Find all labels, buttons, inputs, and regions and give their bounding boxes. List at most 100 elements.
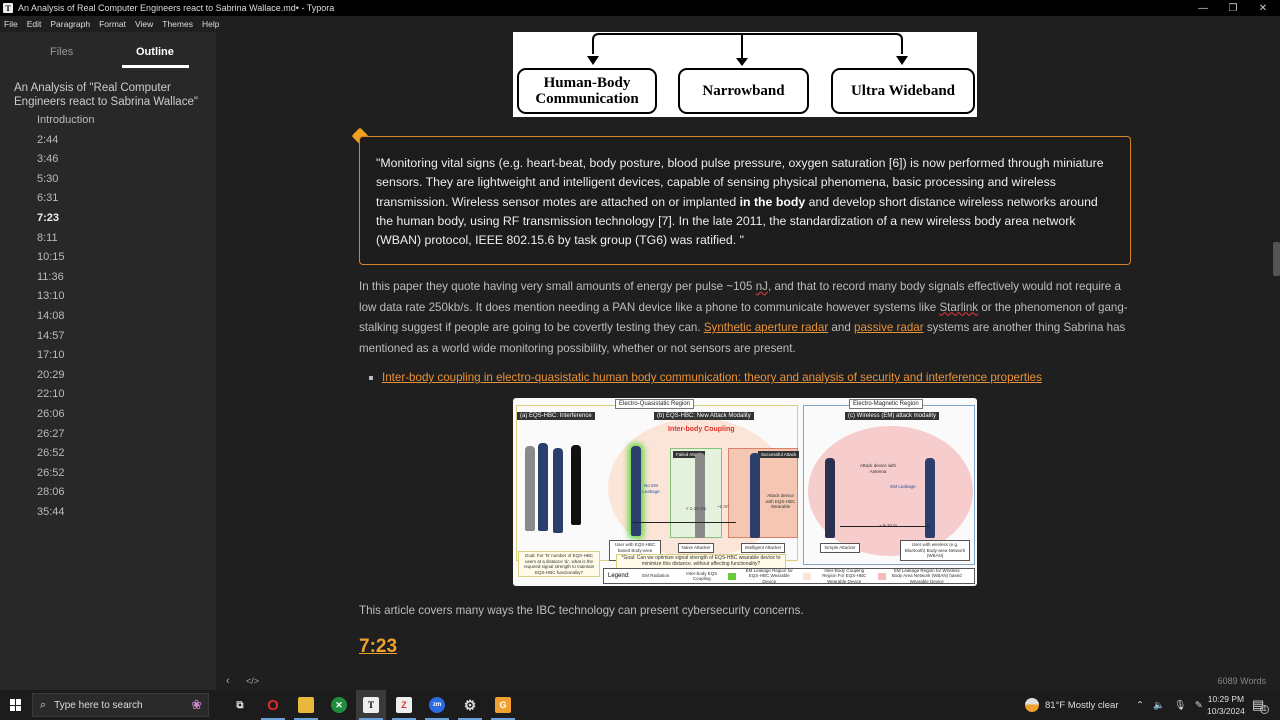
outline-item[interactable]: 14:08 xyxy=(37,310,65,322)
spellcheck-word: Starlink xyxy=(939,300,979,314)
paragraph-energy[interactable]: In this paper they quote having very sma… xyxy=(359,277,1139,359)
naive-attacker-label: Naive Attacker xyxy=(678,543,714,553)
person-figure xyxy=(571,445,581,525)
typora-taskbar-icon[interactable]: T xyxy=(363,697,379,713)
search-icon: ⌕ xyxy=(40,698,47,711)
opera-icon[interactable]: O xyxy=(265,697,281,714)
panel-b-label: (b) EQS-HBC: New Attack Modality xyxy=(654,412,754,420)
spellcheck-word: nJ xyxy=(755,280,768,293)
tab-outline[interactable]: Outline xyxy=(136,46,174,58)
notification-center-icon[interactable]: ▤ 1 xyxy=(1252,690,1270,720)
outline-item[interactable]: 35:44 xyxy=(37,506,65,518)
ibc-attack-figure: Electro-Quasistatic Region Electro-Magne… xyxy=(513,398,977,586)
eqs-region-label: Electro-Quasistatic Region xyxy=(615,399,695,409)
outline-item[interactable]: 2:44 xyxy=(37,134,58,146)
link-passive-radar[interactable]: passive radar xyxy=(854,321,924,334)
person-figure xyxy=(525,446,535,531)
outline-item[interactable]: 11:36 xyxy=(37,271,64,283)
taskbar-search[interactable]: ⌕ Type here to search ❀ xyxy=(32,693,209,717)
menu-themes[interactable]: Themes xyxy=(158,19,198,29)
zotero-icon[interactable]: Z xyxy=(396,697,412,713)
editor-content[interactable]: Human-Body Communication Narrowband Ultr… xyxy=(216,32,1280,664)
zoom-app-icon[interactable]: zm xyxy=(429,697,445,713)
source-code-mode-icon[interactable]: </> xyxy=(246,676,259,686)
file-explorer-icon[interactable] xyxy=(298,697,314,713)
toggle-sidebar-icon[interactable]: ‹ xyxy=(226,675,230,687)
weather-widget[interactable]: 81°F Mostly clear xyxy=(1025,690,1119,720)
clock[interactable]: 10:29 PM 10/3/2024 xyxy=(1207,690,1245,720)
link-synthetic-aperture-radar[interactable]: Synthetic aperture radar xyxy=(704,321,828,334)
task-view-icon[interactable]: ⧉ xyxy=(232,697,248,713)
status-bar: ‹ </> 6089 Words xyxy=(216,672,1280,690)
title-bar: T An Analysis of Real Computer Engineers… xyxy=(0,0,1280,16)
outline-item[interactable]: 7:23 xyxy=(37,212,59,224)
outline-item[interactable]: 26:52 xyxy=(37,467,65,479)
wireless-types-diagram: Human-Body Communication Narrowband Ultr… xyxy=(513,32,977,117)
outline-item[interactable]: 10:15 xyxy=(37,251,65,263)
outline-item[interactable]: 8:11 xyxy=(37,232,58,244)
pen-icon[interactable]: ✎ xyxy=(1195,700,1203,711)
b-distance-label: < 1-10 cm xyxy=(685,506,707,511)
outline-item[interactable]: 22:10 xyxy=(37,388,65,400)
menu-help[interactable]: Help xyxy=(198,19,224,29)
restore-button[interactable]: ❐ xyxy=(1218,0,1248,16)
link-inter-body-coupling-paper[interactable]: Inter-body coupling in electro-quasistat… xyxy=(382,371,1042,384)
outline-document-title[interactable]: An Analysis of "Real Computer Engineers … xyxy=(14,81,209,109)
orange-app-icon[interactable]: G xyxy=(495,697,511,713)
weather-text: 81°F Mostly clear xyxy=(1045,699,1119,711)
legend-item: EM Radiation xyxy=(642,573,670,579)
outline-item[interactable]: 17:10 xyxy=(37,349,65,361)
simple-attacker-label: Simple Attacker xyxy=(820,543,860,553)
microphone-icon[interactable]: 🎙 xyxy=(1174,700,1186,711)
person-figure xyxy=(750,453,760,538)
legend-swatch xyxy=(802,572,811,580)
diagram-box-uwb: Ultra Wideband xyxy=(831,68,975,114)
typora-app-icon: T xyxy=(3,3,13,13)
notification-badge: 1 xyxy=(1260,704,1270,714)
tab-files[interactable]: Files xyxy=(50,46,73,58)
outline-item[interactable]: 20:29 xyxy=(37,369,65,381)
volume-icon[interactable]: 🔈 xyxy=(1153,700,1165,711)
scrollbar-thumb[interactable] xyxy=(1273,242,1280,276)
quote-bold-text: in the body xyxy=(739,194,806,209)
settings-gear-icon[interactable]: ⚙ xyxy=(462,697,478,713)
system-tray: ⌃ 🔈 🎙 ✎ xyxy=(1136,690,1203,720)
paragraph-ibc[interactable]: This article covers many ways the IBC te… xyxy=(359,604,804,617)
outline-item[interactable]: 26:52 xyxy=(37,447,65,459)
outline-item[interactable]: 26:06 xyxy=(37,408,65,420)
minimize-button[interactable]: — xyxy=(1188,0,1218,16)
diagram-box-narrowband: Narrowband xyxy=(678,68,809,114)
menu-paragraph[interactable]: Paragraph xyxy=(46,19,95,29)
person-figure xyxy=(538,443,548,531)
menu-edit[interactable]: Edit xyxy=(23,19,47,29)
outline-item[interactable]: Introduction xyxy=(37,114,94,126)
menu-bar: File Edit Paragraph Format View Themes H… xyxy=(0,16,1280,32)
menu-view[interactable]: View xyxy=(131,19,158,29)
word-count[interactable]: 6089 Words xyxy=(1218,676,1266,686)
menu-format[interactable]: Format xyxy=(95,19,131,29)
outline-item[interactable]: 28:06 xyxy=(37,486,65,498)
hummingbird-decoration-icon: ❀ xyxy=(191,697,202,712)
outline-item[interactable]: 26:27 xyxy=(37,428,65,440)
panel-c-label: (c) Wireless (EM) attack modality xyxy=(845,412,940,420)
outline-item[interactable]: 5:30 xyxy=(37,173,58,185)
goal-b-text: *Goal: Can we optimize signal strength o… xyxy=(616,554,786,569)
show-hidden-icons-chevron-icon[interactable]: ⌃ xyxy=(1136,700,1144,711)
legend-item: Inter-Body Coupling Region For EQS-HBC W… xyxy=(822,567,867,584)
xbox-icon[interactable]: ✕ xyxy=(331,697,347,713)
outline-item[interactable]: 13:10 xyxy=(37,290,65,302)
distance-arrow xyxy=(633,522,736,523)
b-distance2-label: ~1 m* xyxy=(717,504,729,509)
clock-date: 10/3/2024 xyxy=(1207,706,1245,716)
outline-item[interactable]: 6:31 xyxy=(37,192,58,204)
outline-item[interactable]: 3:46 xyxy=(37,153,58,165)
clock-time: 10:29 PM xyxy=(1207,694,1245,704)
heading-7-23[interactable]: 7:23 xyxy=(359,636,397,658)
blockquote[interactable]: "Monitoring vital signs (e.g. heart-beat… xyxy=(359,136,1131,265)
windows-start-icon[interactable] xyxy=(10,699,22,711)
menu-file[interactable]: File xyxy=(0,19,23,29)
bullet-icon xyxy=(369,376,373,380)
close-button[interactable]: ✕ xyxy=(1248,0,1278,16)
legend-item: Inter-body EQS Coupling xyxy=(686,570,718,582)
outline-item[interactable]: 14:57 xyxy=(37,330,65,342)
